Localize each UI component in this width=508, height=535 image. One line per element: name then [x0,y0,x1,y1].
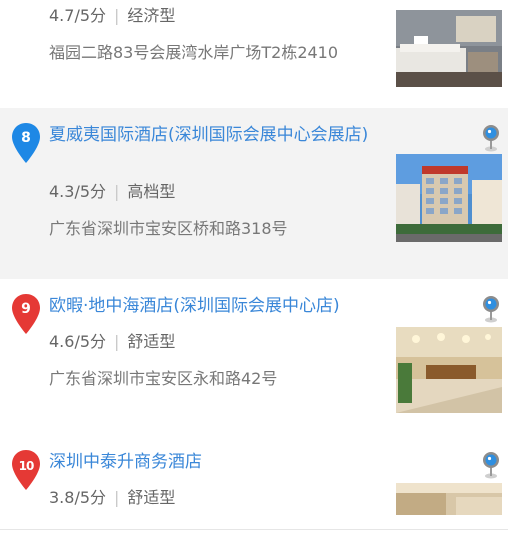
hotel-type: 舒适型 [127,332,176,351]
marker-number: 10 [18,459,35,473]
map-pin-icon[interactable] [482,124,500,152]
separator: | [114,332,120,351]
map-pin-icon[interactable] [482,295,500,323]
separator: | [114,6,120,25]
hotel-name-link[interactable]: 深圳中泰升商务酒店 [49,451,369,473]
map-marker-icon: 10 [11,449,41,491]
marker-number: 8 [21,130,31,146]
hotel-thumbnail[interactable] [396,10,502,87]
hotel-thumbnail[interactable] [396,154,502,242]
hotel-rating: 3.8/5分 [49,488,107,507]
hotel-name-link[interactable]: 夏威夷国际酒店(深圳国际会展中心会展店) [49,124,369,146]
hotel-rating-row: 4.6/5分 | 舒适型 [49,332,175,352]
hotel-thumbnail[interactable] [396,483,502,515]
marker-number: 9 [21,301,31,317]
hotel-list-item[interactable]: 8 夏威夷国际酒店(深圳国际会展中心会展店) 4.3/5分 | 高档型 广东省深圳市… [0,108,508,279]
hotel-list-item[interactable]: 4.7/5分 | 经济型 福园二路83号会展湾水岸广场T2栋2410 [0,0,508,108]
hotel-rating: 4.7/5分 [49,6,107,25]
hotel-name-link[interactable]: 欧暇·地中海酒店(深圳国际会展中心店) [49,295,379,317]
hotel-address: 福园二路83号会展湾水岸广场T2栋2410 [49,43,339,62]
hotel-rating: 4.3/5分 [49,182,107,201]
list-divider [0,529,508,530]
hotel-rating-row: 4.7/5分 | 经济型 [49,6,175,26]
hotel-thumbnail[interactable] [396,327,502,413]
hotel-rating: 4.6/5分 [49,332,107,351]
hotel-address: 广东省深圳市宝安区桥和路318号 [49,219,288,238]
separator: | [114,182,120,201]
map-pin-icon[interactable] [482,451,500,479]
hotel-type: 高档型 [127,182,176,201]
hotel-rating-row: 3.8/5分 | 舒适型 [49,488,175,508]
hotel-list-item[interactable]: 9 欧暇·地中海酒店(深圳国际会展中心店) 4.6/5分 | 舒适型 广东省深圳市宝… [0,279,508,436]
map-marker-icon: 9 [11,293,41,335]
hotel-address: 广东省深圳市宝安区永和路42号 [49,369,278,388]
hotel-type: 舒适型 [127,488,176,507]
hotel-list-item[interactable]: 10 深圳中泰升商务酒店 3.8/5分 | 舒适型 [0,436,508,529]
separator: | [114,488,120,507]
map-marker-icon: 8 [11,122,41,164]
hotel-type: 经济型 [127,6,176,25]
hotel-rating-row: 4.3/5分 | 高档型 [49,182,175,202]
